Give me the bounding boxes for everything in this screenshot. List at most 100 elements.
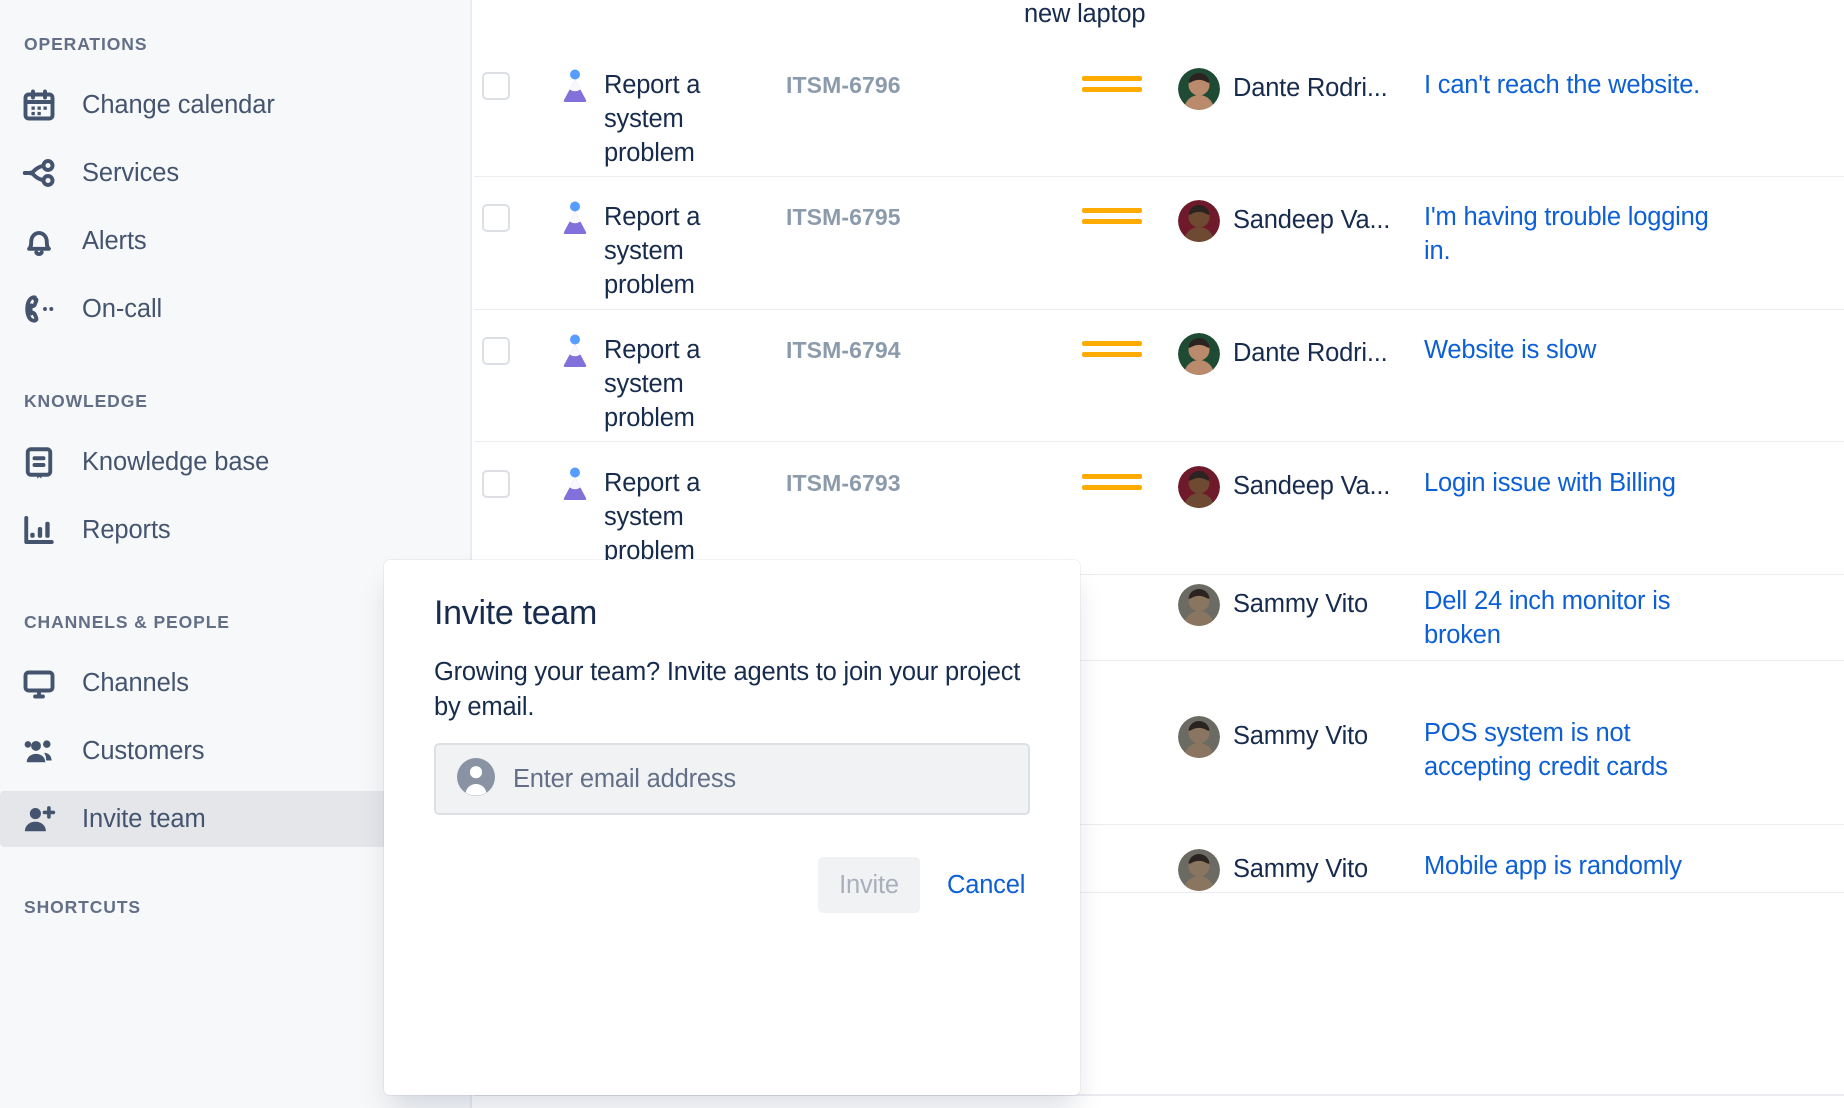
sidebar-item-label: Invite team [82,805,206,834]
app-root: OPERATIONS Change calendar Services Aler… [0,0,1844,1108]
phone-icon [18,288,60,330]
calendar-icon [18,84,60,126]
system-problem-icon [560,69,590,103]
table-row[interactable]: Report a system problem ITSM-6794 [474,319,1844,435]
avatar [1178,466,1220,508]
request-type-cell: Report a system problem [560,466,760,568]
avatar [1178,333,1220,375]
sidebar-section-title: KNOWLEDGE [0,391,472,412]
issue-summary-link[interactable]: I'm having trouble logging in. [1424,200,1724,268]
priority-medium-icon [1082,76,1142,92]
sidebar-item-reports[interactable]: Reports [0,502,472,558]
sidebar-item-knowledge-base[interactable]: Knowledge base [0,434,472,490]
row-divider [474,176,1844,177]
row-divider [474,441,1844,442]
sidebar-item-label: On-call [82,295,162,324]
issue-key[interactable]: ITSM-6795 [786,200,986,234]
table-row[interactable]: Report a system problem ITSM-6795 [474,186,1844,302]
request-type-label: Report a system problem [604,333,760,435]
sidebar-item-change-calendar[interactable]: Change calendar [0,77,472,133]
issue-key[interactable]: ITSM-6794 [786,333,986,367]
sidebar-item-on-call[interactable]: On-call [0,281,472,337]
person-add-icon [18,798,60,840]
avatar [1178,716,1220,758]
invite-button[interactable]: Invite [818,857,920,913]
reporter-name: Dante Rodri... [1233,333,1388,373]
row-checkbox[interactable] [482,72,510,100]
people-icon [18,730,60,772]
bell-icon [18,220,60,262]
sidebar-item-label: Services [82,159,179,188]
priority-medium-icon [1082,474,1142,490]
priority-cell[interactable] [1082,68,1142,98]
issue-summary-link[interactable]: Dell 24 inch monitor is broken [1424,584,1724,652]
services-icon [18,152,60,194]
reporter-name: Sammy Vito [1233,849,1368,889]
avatar [1520,0,1562,26]
avatar [1178,584,1220,626]
sidebar-item-services[interactable]: Services [0,145,472,201]
request-type-cell: Report a system problem [560,333,760,435]
invite-team-modal: Invite team Growing your team? Invite ag… [384,560,1080,1095]
sidebar-item-label: Knowledge base [82,448,269,477]
issue-summary-link[interactable]: Login issue with Billing [1424,466,1724,500]
reporter-name: Sandeep Va... [1233,200,1390,240]
system-problem-icon [560,201,590,235]
partial-request-type-text: new laptop [1024,0,1145,29]
priority-cell[interactable] [1082,466,1142,496]
avatar [1178,849,1220,891]
issue-summary-link[interactable]: POS system is not accepting credit cards [1424,716,1724,784]
request-type-label: Report a system problem [604,200,760,302]
reporter-cell: Sandeep Va... [1178,466,1396,508]
row-checkbox[interactable] [482,204,510,232]
email-input-wrapper[interactable]: Enter email address [434,743,1030,815]
reporter-name: Sammy Vito [1233,584,1368,624]
cancel-button[interactable]: Cancel [947,857,1025,913]
table-row[interactable]: Report a system problem ITSM-6796 [474,54,1844,170]
system-problem-icon [560,334,590,368]
priority-cell[interactable] [1082,333,1142,363]
issue-summary-link[interactable]: I can't reach the website. [1424,68,1724,102]
request-type-label: Report a system problem [604,466,760,568]
issue-summary-link[interactable]: Mobile app is randomly [1424,849,1724,883]
sidebar-item-alerts[interactable]: Alerts [0,213,472,269]
sidebar-item-label: Change calendar [82,91,275,120]
modal-description: Growing your team? Invite agents to join… [434,655,1024,724]
email-input-placeholder: Enter email address [513,765,736,794]
table-row[interactable]: Report a system problem ITSM-6793 [474,452,1844,568]
reporter-name: Sandeep Va... [1233,466,1390,506]
bar-chart-icon [18,509,60,551]
request-type-label: Report a system problem [604,68,760,170]
sidebar-item-label: Reports [82,516,171,545]
priority-medium-icon [1082,208,1142,224]
reporter-cell: Sammy Vito [1178,849,1396,891]
reporter-name: Dante Rodri... [1233,68,1388,108]
monitor-icon [18,662,60,704]
reporter-cell: Dante Rodri... [1178,68,1396,110]
sidebar-item-label: Alerts [82,227,147,256]
reporter-cell: Sammy Vito [1178,584,1396,626]
sidebar-section-title: OPERATIONS [0,34,472,55]
issue-key[interactable]: ITSM-6793 [786,466,986,500]
system-problem-icon [560,467,590,501]
issue-key[interactable]: ITSM-6796 [786,68,986,102]
priority-cell[interactable] [1082,200,1142,230]
modal-title: Invite team [434,594,597,633]
reporter-name: Sammy Vito [1233,716,1368,756]
request-type-cell: Report a system problem [560,68,760,170]
person-avatar-icon [457,758,495,801]
reporter-cell: Dante Rodri... [1178,333,1396,375]
row-divider [474,309,1844,310]
row-checkbox[interactable] [482,470,510,498]
avatar [1178,200,1220,242]
sidebar-item-label: Customers [82,737,204,766]
reporter-cell: Sammy Vito [1178,716,1396,758]
priority-medium-icon [1082,341,1142,357]
avatar [1178,68,1220,110]
book-icon [18,441,60,483]
issue-summary-link[interactable]: Website is slow [1424,333,1724,367]
request-type-cell: Report a system problem [560,200,760,302]
sidebar-item-label: Channels [82,669,189,698]
row-checkbox[interactable] [482,337,510,365]
reporter-cell: Sandeep Va... [1178,200,1396,242]
